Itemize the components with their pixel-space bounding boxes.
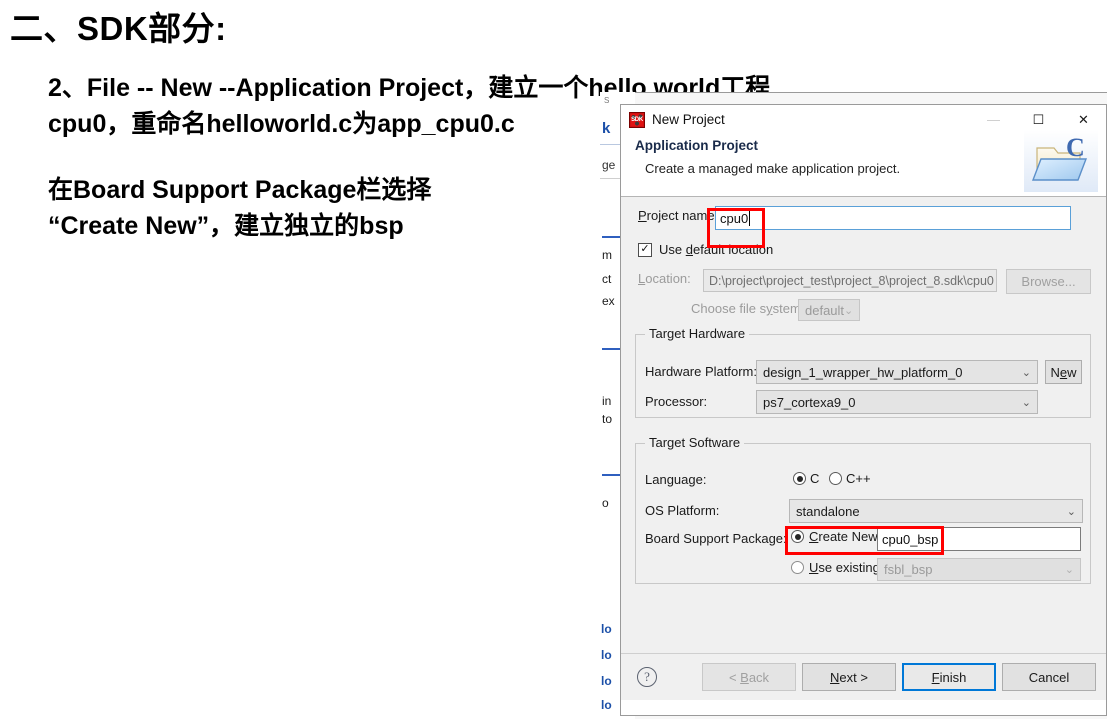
language-radio-cpp-button[interactable] bbox=[829, 472, 842, 485]
new-project-dialog: SDK New Project — ☐ ✕ Application Projec… bbox=[620, 104, 1107, 716]
target-software-group-title: Target Software bbox=[645, 435, 745, 450]
help-icon[interactable]: ? bbox=[637, 667, 657, 687]
bsp-create-new-label: Create New bbox=[809, 529, 878, 544]
project-name-label: Project name bbox=[638, 208, 715, 223]
language-radio-c[interactable]: C bbox=[793, 471, 819, 486]
bsp-create-new-radio-row[interactable]: Create New bbox=[791, 529, 878, 544]
chevron-down-icon: ⌄ bbox=[1064, 564, 1074, 576]
language-radio-c-button[interactable] bbox=[793, 472, 806, 485]
location-label-wrap: Location: bbox=[638, 271, 691, 286]
hardware-platform-select[interactable]: design_1_wrapper_hw_platform_0 ⌄ bbox=[756, 360, 1038, 384]
chevron-down-icon: ⌄ bbox=[1021, 366, 1031, 379]
sdk-app-icon: SDK bbox=[629, 111, 645, 128]
chevron-down-icon: ⌄ bbox=[1021, 396, 1031, 409]
bsp-use-existing-radio[interactable] bbox=[791, 561, 804, 574]
target-hardware-group-title: Target Hardware bbox=[645, 326, 750, 341]
page-title: 二、SDK部分: bbox=[10, 10, 227, 47]
chevron-down-icon: ⌄ bbox=[844, 304, 854, 317]
bsp-create-new-radio[interactable] bbox=[791, 530, 804, 543]
folder-c-icon: C bbox=[1024, 130, 1098, 192]
choose-filesystem-label-wrap: Choose file system: bbox=[691, 301, 804, 316]
language-radio-cpp-label: C++ bbox=[846, 471, 871, 486]
dialog-title-text: New Project bbox=[652, 112, 725, 127]
hardware-platform-label: Hardware Platform: bbox=[645, 364, 757, 379]
next-button[interactable]: Next > bbox=[802, 663, 896, 691]
project-name-row: Project name bbox=[638, 208, 715, 223]
back-button-label: < Back bbox=[728, 669, 770, 685]
dialog-body: Project name cpu0 ✓ Use default location… bbox=[621, 197, 1106, 700]
bsp-label: Board Support Package: bbox=[645, 531, 787, 546]
project-name-input[interactable]: cpu0 bbox=[715, 206, 1071, 230]
use-default-location-row[interactable]: ✓ Use default location bbox=[638, 242, 773, 257]
browse-button[interactable]: Browse... bbox=[1006, 269, 1091, 294]
choose-filesystem-select[interactable]: default ⌄ bbox=[798, 299, 860, 321]
os-platform-select[interactable]: standalone ⌄ bbox=[789, 499, 1083, 523]
back-button[interactable]: < Back bbox=[702, 663, 796, 691]
minimize-icon[interactable]: — bbox=[971, 105, 1016, 134]
language-label: Language: bbox=[645, 472, 707, 487]
slide-line-4: “Create New”，建立独立的bsp bbox=[48, 212, 404, 240]
chevron-down-icon: ⌄ bbox=[1066, 505, 1076, 518]
slide-line-3: 在Board Support Package栏选择 bbox=[48, 176, 432, 204]
bsp-existing-select[interactable]: fsbl_bsp ⌄ bbox=[877, 558, 1081, 581]
finish-button-label: Finish bbox=[931, 669, 967, 685]
bsp-use-existing-label: Use existing bbox=[809, 560, 880, 575]
new-hardware-platform-button[interactable]: New bbox=[1045, 360, 1082, 384]
cancel-button[interactable]: Cancel bbox=[1002, 663, 1096, 691]
dialog-footer: ? < Back Next > Finish Cancel bbox=[621, 653, 1106, 700]
processor-label: Processor: bbox=[645, 394, 708, 409]
new-button-label: New bbox=[1050, 364, 1077, 380]
location-input: D:\project\project_test\project_8\projec… bbox=[703, 269, 997, 292]
svg-text:C: C bbox=[1066, 133, 1085, 162]
slide-instruction-block-2: 在Board Support Package栏选择 “Create New”，建… bbox=[48, 172, 431, 244]
os-platform-label: OS Platform: bbox=[645, 503, 720, 518]
language-radio-cpp[interactable]: C++ bbox=[829, 471, 871, 486]
next-button-label: Next > bbox=[830, 669, 868, 685]
dialog-header: Application Project Create a managed mak… bbox=[621, 130, 1106, 197]
processor-select[interactable]: ps7_cortexa9_0 ⌄ bbox=[756, 390, 1038, 414]
dialog-footer-buttons: < Back Next > Finish Cancel bbox=[702, 663, 1096, 691]
use-default-location-checkbox[interactable]: ✓ bbox=[638, 242, 652, 257]
location-label: Location: bbox=[638, 271, 691, 286]
bsp-name-input[interactable]: cpu0_bsp bbox=[877, 527, 1081, 551]
finish-button[interactable]: Finish bbox=[902, 663, 996, 691]
choose-filesystem-label: Choose file system: bbox=[691, 301, 805, 316]
language-radio-c-label: C bbox=[810, 471, 820, 486]
bsp-use-existing-radio-row[interactable]: Use existing bbox=[791, 560, 880, 575]
screenshot-root: 二、SDK部分: 2、File -- New --Application Pro… bbox=[0, 0, 1107, 719]
use-default-location-label: Use default location bbox=[659, 242, 774, 257]
